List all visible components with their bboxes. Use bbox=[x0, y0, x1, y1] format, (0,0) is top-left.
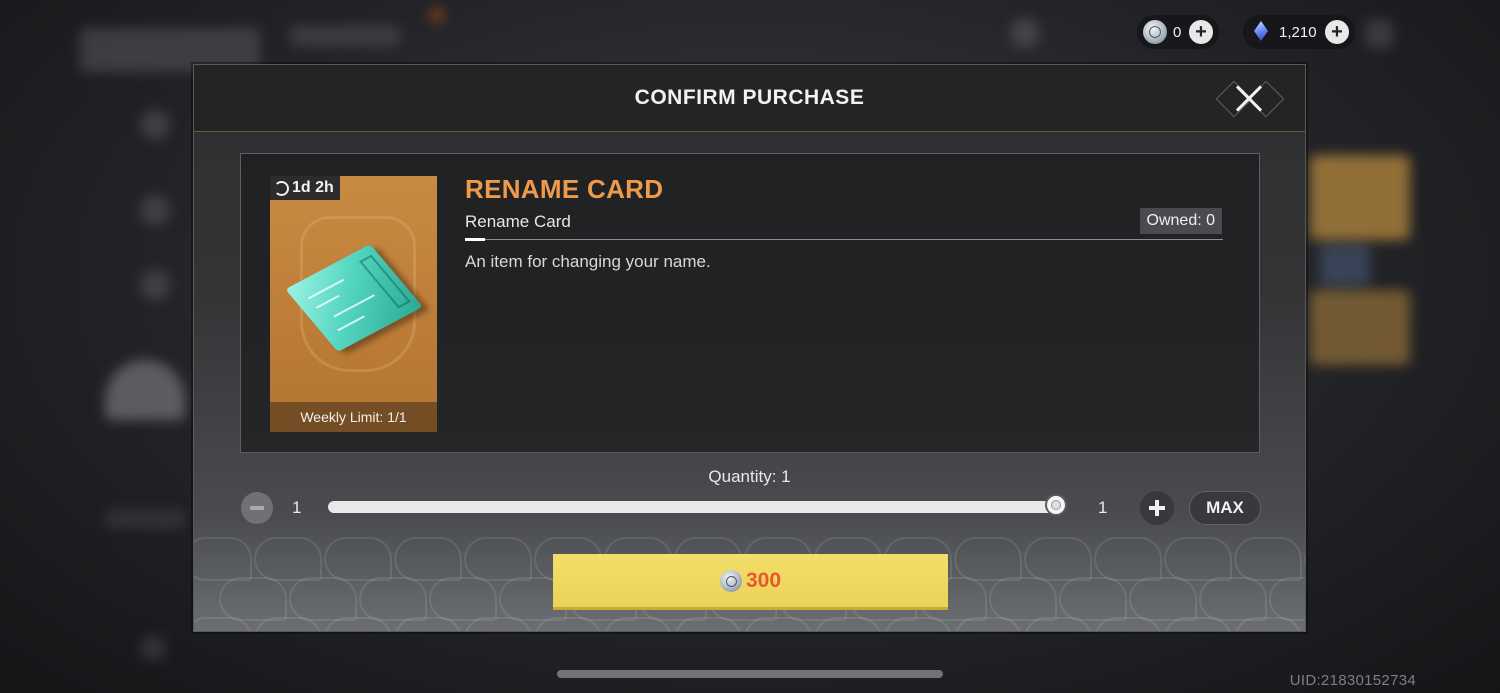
purchase-button[interactable]: 300 bbox=[553, 554, 948, 610]
timer-badge: 1d 2h bbox=[270, 176, 340, 200]
home-indicator[interactable] bbox=[557, 670, 943, 678]
add-crystal-button[interactable]: + bbox=[1325, 20, 1349, 44]
background-tab bbox=[290, 26, 400, 46]
footer-pattern-tile bbox=[289, 577, 357, 621]
silver-coin-icon bbox=[1143, 20, 1167, 44]
item-card: 1d 2h Weekly Limit: 1/1 bbox=[270, 176, 437, 432]
dialog-title: CONFIRM PURCHASE bbox=[634, 86, 865, 109]
footer-pattern-tile bbox=[1024, 537, 1092, 581]
background-side-icon bbox=[140, 110, 170, 140]
silver-currency-value: 0 bbox=[1173, 23, 1182, 41]
footer-pattern-tile bbox=[954, 537, 1022, 581]
background-shop-card bbox=[1320, 245, 1370, 285]
footer-pattern-tile bbox=[1059, 577, 1127, 621]
footer-pattern-tile bbox=[1094, 537, 1162, 581]
background-small-icon bbox=[140, 635, 166, 661]
footer-pattern-tile bbox=[1234, 537, 1302, 581]
silver-coin-icon bbox=[719, 569, 742, 592]
refresh-timer-icon bbox=[274, 180, 289, 196]
add-silver-button[interactable]: + bbox=[1189, 20, 1213, 44]
footer-pattern-tile bbox=[464, 537, 532, 581]
divider bbox=[465, 239, 1223, 240]
confirm-purchase-dialog: CONFIRM PURCHASE 1d 2h Weekly Limit: 1/1 bbox=[193, 64, 1306, 632]
background-ring-icon bbox=[1010, 18, 1040, 48]
divider-accent bbox=[465, 238, 485, 241]
max-quantity-button[interactable]: MAX bbox=[1189, 491, 1261, 525]
background-side-icon bbox=[140, 195, 170, 225]
crystal-currency-counter: 1,210 + bbox=[1243, 15, 1355, 49]
purchase-price: 300 bbox=[745, 568, 782, 592]
quantity-slider-handle[interactable] bbox=[1045, 494, 1067, 516]
footer-pattern-tile bbox=[989, 577, 1057, 621]
background-notification-dot bbox=[430, 8, 444, 22]
background-shop-card bbox=[1310, 155, 1410, 240]
silver-currency-counter: 0 + bbox=[1137, 15, 1219, 49]
dialog-header: CONFIRM PURCHASE bbox=[194, 65, 1305, 132]
footer-pattern-tile bbox=[1269, 577, 1305, 621]
background-square-icon bbox=[1365, 20, 1393, 48]
footer-pattern-tile bbox=[1164, 537, 1232, 581]
background-label bbox=[105, 510, 185, 528]
decrease-quantity-button[interactable] bbox=[241, 492, 273, 524]
player-uid: UID:21830152734 bbox=[1289, 672, 1416, 689]
crystal-currency-value: 1,210 bbox=[1279, 23, 1317, 41]
increase-quantity-button[interactable] bbox=[1140, 491, 1174, 525]
background-cloud-shape bbox=[105, 360, 185, 420]
background-side-icon bbox=[140, 270, 170, 300]
footer-pattern-tile bbox=[1129, 577, 1197, 621]
footer-pattern-tile bbox=[359, 577, 427, 621]
crystal-icon bbox=[1249, 20, 1273, 44]
quantity-slider[interactable] bbox=[328, 494, 1067, 516]
quantity-min-value: 1 bbox=[292, 498, 302, 517]
quantity-slider-fill bbox=[328, 501, 1056, 513]
footer-pattern-tile bbox=[219, 577, 287, 621]
item-name: RENAME CARD bbox=[465, 174, 664, 204]
background-shop-card bbox=[1310, 290, 1410, 365]
weekly-limit-label: Weekly Limit: 1/1 bbox=[270, 402, 437, 432]
quantity-label: Quantity: 1 bbox=[708, 467, 791, 486]
quantity-max-value: 1 bbox=[1098, 498, 1108, 517]
timer-text: 1d 2h bbox=[292, 179, 334, 196]
footer-pattern-tile bbox=[1304, 537, 1305, 581]
footer-pattern-tile bbox=[394, 537, 462, 581]
footer-pattern-tile bbox=[194, 537, 252, 581]
owned-count-badge: Owned: 0 bbox=[1139, 208, 1222, 234]
footer-pattern-tile bbox=[429, 577, 497, 621]
footer-pattern-tile bbox=[324, 537, 392, 581]
footer-pattern-tile bbox=[1199, 577, 1267, 621]
item-subtitle: Rename Card bbox=[465, 212, 571, 231]
close-button[interactable] bbox=[1215, 79, 1285, 119]
footer-pattern-tile bbox=[254, 537, 322, 581]
item-details-panel: 1d 2h Weekly Limit: 1/1 RENAME CARD Rena… bbox=[240, 153, 1260, 453]
item-description: An item for changing your name. bbox=[465, 252, 711, 271]
